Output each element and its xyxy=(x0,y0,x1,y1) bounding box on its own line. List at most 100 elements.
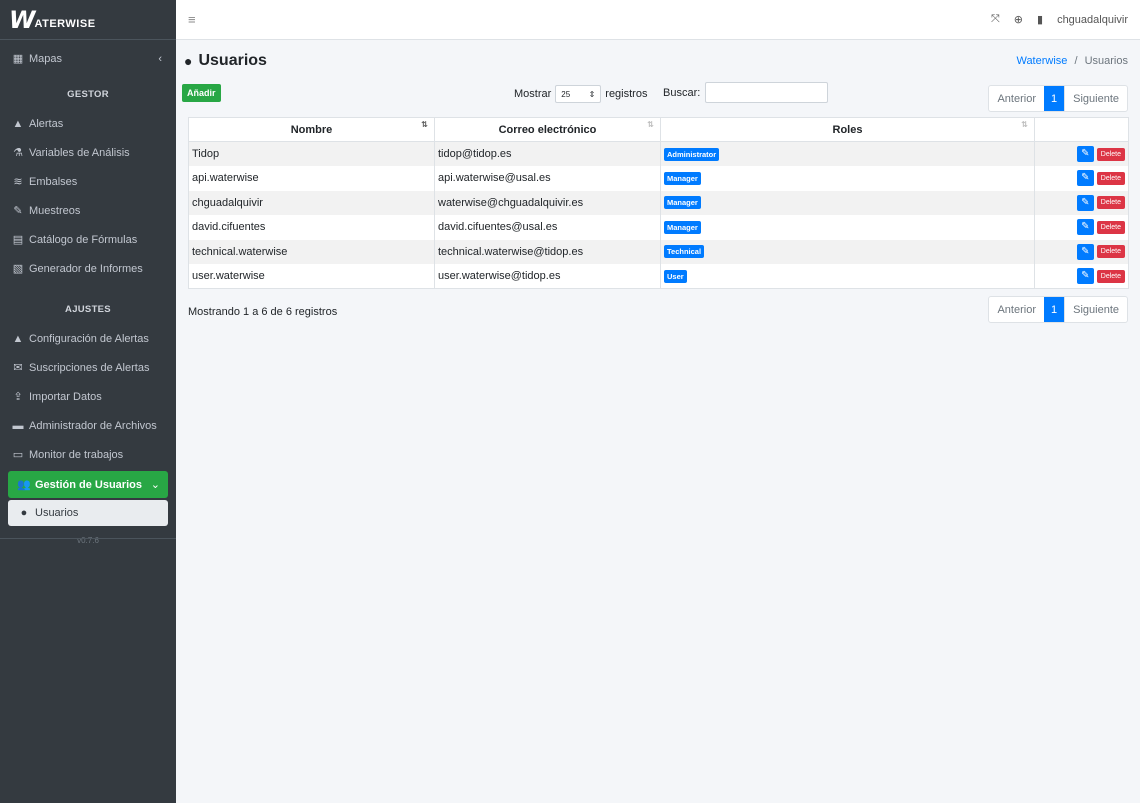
brand-logo-letter: W xyxy=(9,5,36,34)
sidebar-item-gestion-usuarios[interactable]: 👥 Gestión de Usuarios ⌄ xyxy=(8,471,168,498)
sidebar-item-label: Mapas xyxy=(29,53,63,65)
sidebar-item-label: Importar Datos xyxy=(29,390,102,403)
delete-button[interactable]: Delete xyxy=(1096,196,1125,210)
cell-email: technical.waterwise@tidop.es xyxy=(434,239,661,264)
edit-button[interactable]: ✎ xyxy=(1076,268,1094,284)
breadcrumb-current: Usuarios xyxy=(1084,55,1128,67)
sidebar-item-label: Alertas xyxy=(29,117,64,130)
column-header-actions xyxy=(1034,117,1129,142)
sidebar-item-administrador-de-archivos[interactable]: ▬ Administrador de Archivos xyxy=(0,411,176,440)
edit-button[interactable]: ✎ xyxy=(1076,219,1094,236)
page-size-select[interactable]: 25 ⇕ xyxy=(555,85,602,103)
fullscreen-icon[interactable]: ⤧ xyxy=(991,13,1000,26)
sidebar-item-cat-logo-de-f-rmulas[interactable]: ▤ Catálogo de Fórmulas xyxy=(0,225,176,254)
section-header-ajustes: AJUSTES xyxy=(65,304,111,315)
column-header-label: Nombre xyxy=(290,123,333,136)
sidebar-item-variables-de-an-lisis[interactable]: ⚗ Variables de Análisis xyxy=(0,138,176,167)
cell-actions: ✎ Delete xyxy=(1034,264,1129,289)
flask-icon: ⚗ xyxy=(13,147,23,159)
sidebar-item-suscripciones-de-alertas[interactable]: ✉ Suscripciones de Alertas xyxy=(0,353,176,382)
cell-name: chguadalquivir xyxy=(188,190,435,215)
cell-email: waterwise@chguadalquivir.es xyxy=(434,190,661,215)
edit-button[interactable]: ✎ xyxy=(1076,194,1094,211)
cell-email: api.waterwise@usal.es xyxy=(434,166,661,191)
cell-name: david.cifuentes xyxy=(188,215,435,240)
sidebar-item-label: Embalses xyxy=(29,175,78,188)
pagination-prev-button[interactable]: Anterior xyxy=(989,86,1044,111)
sort-icon: ⇅ xyxy=(1021,120,1028,129)
sidebar-divider xyxy=(0,538,176,539)
cell-actions: ✎ Delete xyxy=(1034,215,1129,240)
cell-actions: ✎ Delete xyxy=(1034,166,1129,191)
role-badge: User xyxy=(664,269,687,283)
breadcrumb-link-home[interactable]: Waterwise xyxy=(1016,55,1067,67)
column-header-label: Correo electrónico xyxy=(498,123,597,136)
search-input[interactable] xyxy=(705,82,829,103)
column-header-email[interactable]: Correo electrónico ⇅ xyxy=(434,117,661,142)
pagination-prev-button[interactable]: Anterior xyxy=(989,297,1044,322)
edit-icon: ✎ xyxy=(1081,148,1090,159)
chevron-left-icon: ‹ xyxy=(158,52,162,65)
sidebar-item-alertas[interactable]: ▲ Alertas xyxy=(0,109,176,138)
delete-button[interactable]: Delete xyxy=(1096,171,1125,185)
sidebar-item-label: Configuración de Alertas xyxy=(29,332,149,345)
pagination-page-button[interactable]: 1 xyxy=(1044,86,1065,111)
show-label: Mostrar xyxy=(514,88,552,100)
edit-icon: ✎ xyxy=(1081,196,1090,208)
table-info: Mostrando 1 a 6 de 6 registros xyxy=(188,306,338,318)
brand-logo: W ATERWISE xyxy=(9,5,96,34)
sidebar-item-usuarios[interactable]: ● Usuarios xyxy=(8,500,168,526)
breadcrumb-separator: / xyxy=(1074,55,1078,67)
search-label: Buscar: xyxy=(663,86,701,99)
sort-icon: ⇅ xyxy=(647,120,654,129)
search-control: Buscar: xyxy=(663,82,829,103)
user-icon: ● xyxy=(184,53,193,69)
cell-actions: ✎ Delete xyxy=(1034,190,1129,215)
sidebar-item-muestreos[interactable]: ✎ Muestreos xyxy=(0,196,176,225)
cell-roles: Manager xyxy=(660,166,1035,191)
chevron-down-icon: ⌄ xyxy=(150,479,160,491)
pagination-bottom: Anterior 1 Siguiente xyxy=(988,296,1128,323)
page-title-text: Usuarios xyxy=(198,52,267,69)
page-title: ● Usuarios xyxy=(184,52,267,70)
delete-button[interactable]: Delete xyxy=(1096,269,1125,283)
cell-name: api.waterwise xyxy=(188,166,435,191)
sidebar-item-embalses[interactable]: ≋ Embalses xyxy=(0,167,176,196)
sidebar-item-importar-datos[interactable]: ⇪ Importar Datos xyxy=(0,382,176,411)
book-icon[interactable]: ▮ xyxy=(1037,13,1043,26)
pagination-next-button[interactable]: Siguiente xyxy=(1064,86,1127,111)
topbar: ≡ ⤧ ⊕ ▮ chguadalquivir xyxy=(176,0,1140,40)
column-header-roles[interactable]: Roles ⇅ xyxy=(660,117,1035,142)
pagination-page-button[interactable]: 1 xyxy=(1044,297,1065,322)
brand[interactable]: W ATERWISE xyxy=(0,0,176,40)
cell-email: user.waterwise@tidop.es xyxy=(434,264,661,289)
table-row: chguadalquivir waterwise@chguadalquivir.e… xyxy=(188,190,1129,215)
table-row: david.cifuentes david.cifuentes@usal.es Ma… xyxy=(188,215,1129,240)
pagination-top: Anterior 1 Siguiente xyxy=(988,85,1128,112)
username[interactable]: chguadalquivir xyxy=(1057,14,1128,26)
folder-icon: ▬ xyxy=(12,419,24,432)
sidebar-item-configuraci-n-de-alertas[interactable]: ▲ Configuración de Alertas xyxy=(0,324,176,353)
add-user-button[interactable]: Añadir xyxy=(182,84,221,102)
breadcrumb: Waterwise / Usuarios xyxy=(1016,55,1128,67)
delete-button[interactable]: Delete xyxy=(1096,245,1125,259)
pagination-next-button[interactable]: Siguiente xyxy=(1064,297,1127,322)
edit-icon: ✎ xyxy=(1081,221,1090,233)
sidebar-item-generador-de-informes[interactable]: ▧ Generador de Informes xyxy=(0,254,176,283)
page-size-control: Mostrar 25 ⇕ registros xyxy=(514,85,647,103)
delete-button[interactable]: Delete xyxy=(1096,220,1125,234)
column-header-nombre[interactable]: Nombre ⇅ xyxy=(188,117,435,142)
hamburger-menu-icon[interactable]: ≡ xyxy=(188,12,196,27)
sidebar-item-mapas[interactable]: ▦ Mapas ‹ xyxy=(0,44,176,73)
sidebar-item-monitor-de-trabajos[interactable]: ▭ Monitor de trabajos xyxy=(0,440,176,469)
role-badge: Manager xyxy=(664,220,701,234)
edit-button[interactable]: ✎ xyxy=(1076,243,1094,260)
cell-email: tidop@tidop.es xyxy=(434,141,661,166)
edit-button[interactable]: ✎ xyxy=(1076,146,1094,162)
cell-roles: Manager xyxy=(660,215,1035,240)
edit-button[interactable]: ✎ xyxy=(1076,170,1094,187)
cell-actions: ✎ Delete xyxy=(1034,239,1129,264)
delete-button[interactable]: Delete xyxy=(1096,147,1125,161)
sidebar-item-label: Administrador de Archivos xyxy=(29,419,157,432)
globe-icon[interactable]: ⊕ xyxy=(1014,13,1023,26)
